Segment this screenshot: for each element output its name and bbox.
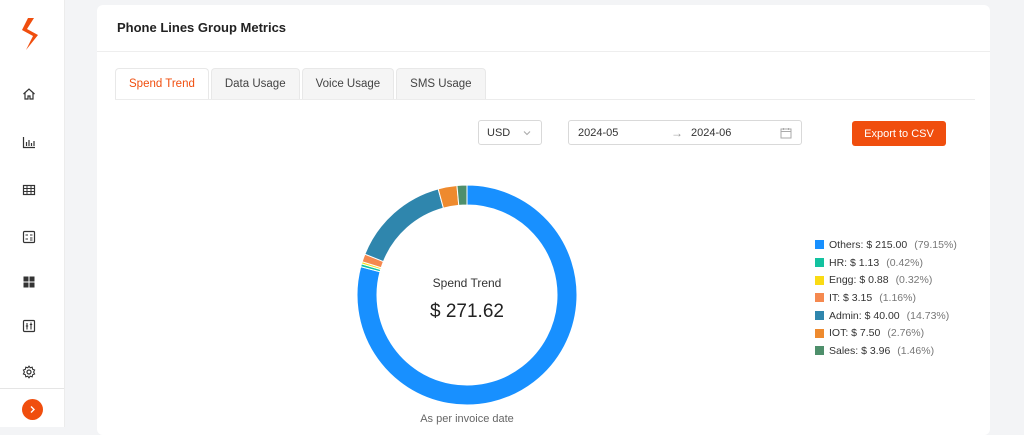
legend-label: IOT: $ 7.50 — [829, 327, 881, 340]
gear-icon[interactable] — [20, 363, 38, 381]
sidebar — [0, 0, 65, 427]
donut-center-title: Spend Trend — [432, 276, 502, 290]
legend-percent: (79.15%) — [914, 238, 957, 251]
legend-percent: (0.32%) — [895, 274, 933, 287]
legend-percent: (1.46%) — [897, 344, 935, 357]
spend-donut-chart — [357, 185, 577, 405]
sliders-icon[interactable] — [20, 317, 38, 335]
legend-item-admin[interactable]: Admin: $ 40.00 (14.73%) — [815, 307, 957, 325]
tab-sms-usage[interactable]: SMS Usage — [396, 68, 486, 99]
legend-label: Admin: $ 40.00 — [829, 309, 900, 322]
currency-value: USD — [487, 126, 511, 139]
metrics-card: Phone Lines Group Metrics Spend Trend Da… — [97, 5, 990, 435]
legend-swatch — [815, 328, 824, 338]
legend-item-others[interactable]: Others: $ 215.00 (79.15%) — [815, 236, 957, 254]
legend-swatch — [815, 311, 824, 321]
tabs-underline — [115, 99, 975, 100]
home-icon[interactable] — [20, 85, 38, 103]
legend-swatch — [815, 240, 824, 250]
tab-spend-trend[interactable]: Spend Trend — [115, 68, 209, 99]
arrow-right-icon: → — [671, 126, 683, 140]
date-range-picker[interactable]: 2024-05 → 2024-06 — [568, 120, 802, 145]
tab-voice-usage[interactable]: Voice Usage — [301, 68, 395, 99]
chart-legend: Others: $ 215.00 (79.15%) HR: $ 1.13 (0.42%… — [815, 236, 957, 360]
date-start-input[interactable]: 2024-05 — [578, 127, 618, 139]
donut-slice-sales[interactable] — [456, 185, 468, 206]
brand-logo — [22, 18, 38, 50]
title-divider — [97, 51, 990, 52]
bar-chart-icon[interactable] — [20, 133, 38, 151]
legend-item-engg[interactable]: Engg: $ 0.88 (0.32%) — [815, 271, 957, 289]
legend-item-sales[interactable]: Sales: $ 3.96 (1.46%) — [815, 342, 957, 360]
legend-item-hr[interactable]: HR: $ 1.13 (0.42%) — [815, 254, 957, 272]
legend-swatch — [815, 346, 824, 356]
legend-swatch — [815, 293, 824, 303]
expand-sidebar-button[interactable] — [22, 399, 43, 420]
legend-label: Sales: $ 3.96 — [829, 344, 891, 357]
list-calculator-icon[interactable] — [20, 228, 38, 246]
legend-percent: (1.16%) — [879, 291, 916, 304]
legend-label: HR: $ 1.13 — [829, 256, 880, 269]
donut-center-value: $ 271.62 — [430, 301, 504, 322]
chevron-right-icon — [30, 406, 35, 413]
donut-slice-admin[interactable] — [364, 188, 445, 263]
legend-swatch — [815, 275, 824, 285]
legend-swatch — [815, 258, 824, 268]
dashboard-grid-icon[interactable] — [20, 273, 38, 291]
legend-item-iot[interactable]: IOT: $ 7.50 (2.76%) — [815, 324, 957, 342]
legend-label: Engg: $ 0.88 — [829, 274, 889, 287]
calendar-icon[interactable] — [780, 127, 792, 139]
legend-label: Others: $ 215.00 — [829, 238, 908, 251]
chart-caption: As per invoice date — [420, 413, 514, 425]
tab-data-usage[interactable]: Data Usage — [210, 68, 300, 99]
legend-item-it[interactable]: IT: $ 3.15 (1.16%) — [815, 289, 957, 307]
tab-bar: Spend Trend Data Usage Voice Usage SMS U… — [115, 68, 488, 100]
legend-label: IT: $ 3.15 — [829, 291, 873, 304]
table-icon[interactable] — [20, 181, 38, 199]
legend-percent: (2.76%) — [887, 327, 925, 340]
date-end-input[interactable]: 2024-06 — [691, 127, 731, 139]
legend-percent: (0.42%) — [886, 256, 923, 269]
sidebar-divider — [0, 388, 64, 389]
chevron-down-icon — [523, 131, 531, 136]
export-csv-button[interactable]: Export to CSV — [852, 121, 946, 146]
currency-select[interactable]: USD — [478, 120, 542, 145]
legend-percent: (14.73%) — [906, 309, 950, 322]
page-title: Phone Lines Group Metrics — [117, 20, 287, 35]
